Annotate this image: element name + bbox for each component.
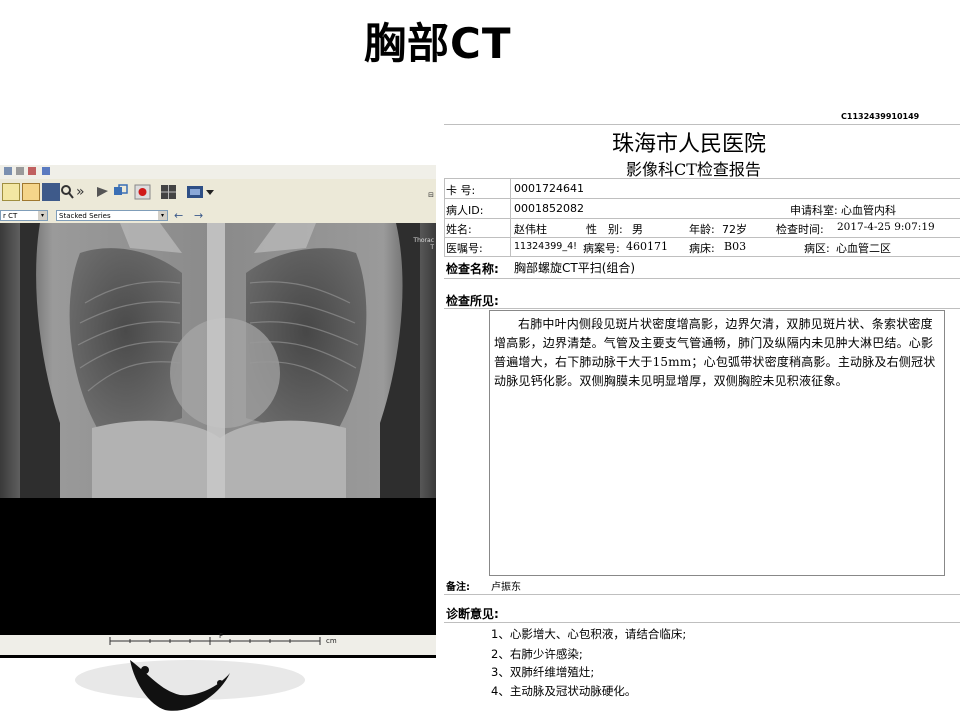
age-value: 72岁 — [722, 223, 747, 236]
card-value: 0001724641 — [514, 182, 584, 195]
sex-value: 男 — [632, 223, 643, 236]
ct-report: C1132439910149 珠海市人民医院 影像科CT检查报告 卡 号: 00… — [444, 108, 960, 712]
decorative-splash — [75, 660, 305, 711]
modality-dropdown-value: r CT — [3, 212, 18, 220]
report-subtitle: 影像科CT检查报告 — [626, 160, 761, 179]
slide-title: 胸部CT — [364, 19, 512, 68]
record-icon[interactable] — [134, 183, 152, 201]
case-label: 病案号: — [583, 242, 620, 255]
ward-value: 心血管二区 — [836, 242, 891, 255]
dept-value: 心血管内科 — [841, 204, 896, 217]
menu-icon-2[interactable] — [16, 167, 24, 175]
series-dropdown[interactable]: Stacked Series ▾ — [56, 210, 168, 221]
ct-scout-image[interactable]: Thorac T — [0, 223, 436, 498]
divider — [444, 218, 960, 219]
chevron-down-icon: ▾ — [158, 211, 167, 220]
forward-arrow-icon[interactable]: → — [194, 209, 203, 222]
hospital-name: 珠海市人民医院 — [612, 132, 767, 157]
divider — [444, 237, 960, 238]
name-value: 赵伟柱 — [514, 223, 547, 236]
divider — [444, 178, 960, 179]
diagnosis-item: 3、双肺纤维增殖灶; — [491, 665, 595, 679]
divider — [510, 178, 511, 256]
pan-icon[interactable] — [94, 183, 112, 201]
age-label: 年龄: — [689, 223, 715, 236]
card-label: 卡 号: — [446, 184, 476, 197]
chevron-down-icon: ▾ — [38, 211, 47, 220]
ruler-mark: F — [219, 632, 224, 640]
exam-name-value: 胸部螺旋CT平扫(组合) — [514, 261, 636, 275]
modality-dropdown[interactable]: r CT ▾ — [0, 210, 48, 221]
divider — [444, 256, 960, 257]
back-arrow-icon[interactable]: ← — [174, 209, 183, 222]
viewer-fieldbar: r CT ▾ Stacked Series ▾ ← → — [0, 209, 436, 223]
menu-icon-3[interactable] — [28, 167, 36, 175]
order-value: 11324399_4! — [514, 241, 577, 252]
patient-id-value: 0001852082 — [514, 202, 584, 215]
divider — [444, 178, 445, 256]
case-value: 460171 — [626, 240, 668, 253]
orientation-label: Thorac T — [413, 237, 434, 251]
series-dropdown-value: Stacked Series — [59, 212, 111, 220]
exam-name-label: 检查名称: — [446, 262, 499, 276]
layout-icon[interactable] — [2, 183, 20, 201]
report-code: C1132439910149 — [841, 112, 920, 121]
ward-label: 病区: — [804, 242, 830, 255]
magnify-icon[interactable] — [58, 183, 76, 201]
divider — [444, 124, 960, 125]
viewer-toolbar: » ⊟ — [0, 179, 436, 210]
sex-label: 性 别: — [586, 223, 623, 236]
remark-label: 备注: — [446, 582, 470, 593]
folder-icon[interactable] — [22, 183, 40, 201]
bed-value: B03 — [724, 240, 747, 253]
bed-label: 病床: — [689, 242, 715, 255]
name-label: 姓名: — [446, 223, 472, 236]
divider — [444, 308, 960, 309]
time-label: 检查时间: — [776, 223, 824, 236]
ruler-unit: cm — [326, 637, 337, 645]
display-dropdown-icon[interactable] — [186, 183, 216, 201]
toolbar-overflow[interactable]: ⊟ — [428, 191, 434, 199]
window-icon[interactable] — [112, 183, 130, 201]
viewer-menubar — [0, 165, 436, 179]
patient-id-label: 病人ID: — [446, 204, 484, 217]
orientation-label-line1: Thorac — [413, 237, 434, 244]
divider — [444, 278, 960, 279]
grid-icon[interactable] — [160, 183, 178, 201]
ct-viewer-window: » ⊟ r CT ▾ Stacked Series ▾ ← → Thorac T… — [0, 165, 436, 658]
findings-text: 右肺中叶内侧段见斑片状密度增高影，边界欠清，双肺见斑片状、条索状密度增高影，边界… — [489, 310, 945, 576]
diagnosis-item: 1、心影增大、心包积液，请结合临床; — [491, 627, 687, 641]
diagnosis-item: 2、右肺少许感染; — [491, 647, 583, 661]
menu-icon-1[interactable] — [4, 167, 12, 175]
measurement-ruler: F cm — [0, 632, 436, 655]
divider — [444, 198, 960, 199]
diagnosis-label: 诊断意见: — [446, 607, 499, 621]
fast-forward-icon[interactable]: » — [76, 183, 94, 201]
findings-label: 检查所见: — [446, 294, 499, 308]
divider — [444, 594, 960, 595]
orientation-label-line2: T — [430, 244, 434, 251]
remark-value: 卢振东 — [491, 582, 521, 593]
menu-icon-4[interactable] — [42, 167, 50, 175]
order-label: 医嘱号: — [446, 242, 483, 255]
time-value: 2017-4-25 9:07:19 — [837, 221, 935, 233]
viewer-empty-area — [0, 498, 436, 638]
divider — [444, 622, 960, 623]
diagnosis-item: 4、主动脉及冠状动脉硬化。 — [491, 684, 637, 698]
dept-label: 申请科室: — [790, 204, 838, 217]
